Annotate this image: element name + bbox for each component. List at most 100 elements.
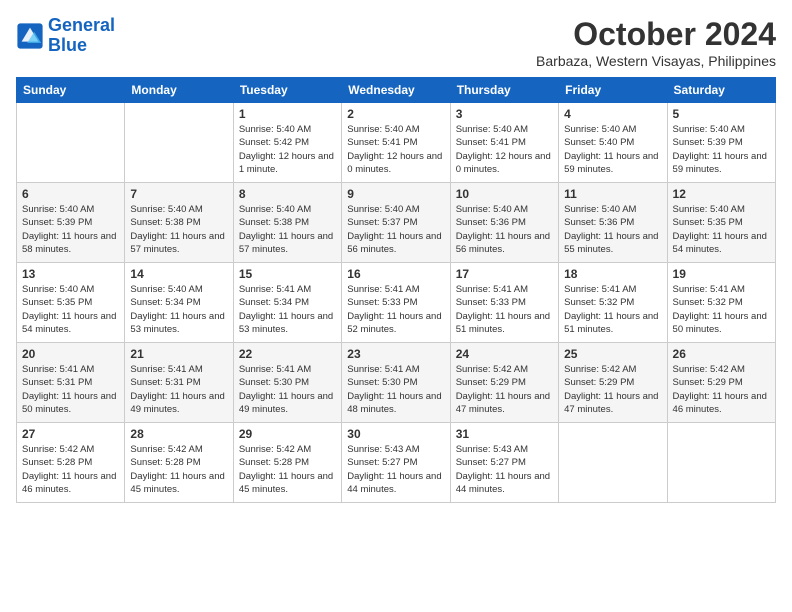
calendar-cell: 15 Sunrise: 5:41 AMSunset: 5:34 PMDayligh… (233, 263, 341, 343)
day-info: Sunrise: 5:41 AMSunset: 5:33 PMDaylight:… (456, 283, 553, 336)
calendar-cell: 8 Sunrise: 5:40 AMSunset: 5:38 PMDaylight… (233, 183, 341, 263)
day-number: 27 (22, 427, 119, 441)
day-info: Sunrise: 5:41 AMSunset: 5:30 PMDaylight:… (347, 363, 444, 416)
day-number: 8 (239, 187, 336, 201)
calendar-cell (559, 423, 667, 503)
calendar-cell: 23 Sunrise: 5:41 AMSunset: 5:30 PMDayligh… (342, 343, 450, 423)
day-info: Sunrise: 5:42 AMSunset: 5:29 PMDaylight:… (564, 363, 661, 416)
logo-text: General Blue (48, 16, 115, 56)
calendar-week-3: 13 Sunrise: 5:40 AMSunset: 5:35 PMDayligh… (17, 263, 776, 343)
day-number: 14 (130, 267, 227, 281)
day-number: 23 (347, 347, 444, 361)
weekday-header-sunday: Sunday (17, 78, 125, 103)
calendar-cell: 28 Sunrise: 5:42 AMSunset: 5:28 PMDayligh… (125, 423, 233, 503)
day-info: Sunrise: 5:41 AMSunset: 5:33 PMDaylight:… (347, 283, 444, 336)
calendar-cell: 21 Sunrise: 5:41 AMSunset: 5:31 PMDayligh… (125, 343, 233, 423)
logo-icon (16, 22, 44, 50)
calendar-cell: 13 Sunrise: 5:40 AMSunset: 5:35 PMDayligh… (17, 263, 125, 343)
day-number: 2 (347, 107, 444, 121)
calendar-cell: 7Sunrise: 5:40 AMSunset: 5:38 PMDaylight… (125, 183, 233, 263)
day-info: Sunrise: 5:41 AMSunset: 5:34 PMDaylight:… (239, 283, 336, 336)
calendar-cell (17, 103, 125, 183)
day-number: 28 (130, 427, 227, 441)
weekday-header-saturday: Saturday (667, 78, 775, 103)
logo: General Blue (16, 16, 115, 56)
calendar-cell: 9 Sunrise: 5:40 AMSunset: 5:37 PMDaylight… (342, 183, 450, 263)
day-info: Sunrise: 5:42 AMSunset: 5:28 PMDaylight:… (130, 443, 227, 496)
day-number: 5 (673, 107, 770, 121)
page-header: General Blue October 2024 Barbaza, Weste… (16, 16, 776, 69)
calendar-cell: 1 Sunrise: 5:40 AMSunset: 5:42 PMDaylight… (233, 103, 341, 183)
day-info: Sunrise: 5:40 AMSunset: 5:41 PMDaylight:… (347, 123, 444, 176)
day-number: 22 (239, 347, 336, 361)
calendar-cell: 14 Sunrise: 5:40 AMSunset: 5:34 PMDayligh… (125, 263, 233, 343)
day-number: 10 (456, 187, 553, 201)
day-number: 13 (22, 267, 119, 281)
calendar-table: SundayMondayTuesdayWednesdayThursdayFrid… (16, 77, 776, 503)
calendar-cell: 17Sunrise: 5:41 AMSunset: 5:33 PMDayligh… (450, 263, 558, 343)
calendar-cell: 18Sunrise: 5:41 AMSunset: 5:32 PMDayligh… (559, 263, 667, 343)
day-info: Sunrise: 5:40 AMSunset: 5:36 PMDaylight:… (456, 203, 553, 256)
calendar-cell: 31Sunrise: 5:43 AMSunset: 5:27 PMDayligh… (450, 423, 558, 503)
day-number: 24 (456, 347, 553, 361)
day-number: 16 (347, 267, 444, 281)
day-info: Sunrise: 5:40 AMSunset: 5:42 PMDaylight:… (239, 123, 336, 176)
calendar-cell: 29 Sunrise: 5:42 AMSunset: 5:28 PMDayligh… (233, 423, 341, 503)
weekday-header-row: SundayMondayTuesdayWednesdayThursdayFrid… (17, 78, 776, 103)
calendar-cell: 12Sunrise: 5:40 AMSunset: 5:35 PMDayligh… (667, 183, 775, 263)
calendar-cell: 11Sunrise: 5:40 AMSunset: 5:36 PMDayligh… (559, 183, 667, 263)
day-info: Sunrise: 5:41 AMSunset: 5:31 PMDaylight:… (130, 363, 227, 416)
day-number: 20 (22, 347, 119, 361)
calendar-week-1: 1 Sunrise: 5:40 AMSunset: 5:42 PMDaylight… (17, 103, 776, 183)
calendar-cell: 20 Sunrise: 5:41 AMSunset: 5:31 PMDayligh… (17, 343, 125, 423)
calendar-cell: 3Sunrise: 5:40 AMSunset: 5:41 PMDaylight… (450, 103, 558, 183)
day-info: Sunrise: 5:42 AMSunset: 5:29 PMDaylight:… (456, 363, 553, 416)
day-info: Sunrise: 5:40 AMSunset: 5:38 PMDaylight:… (130, 203, 227, 256)
day-info: Sunrise: 5:40 AMSunset: 5:34 PMDaylight:… (130, 283, 227, 336)
day-info: Sunrise: 5:40 AMSunset: 5:35 PMDaylight:… (22, 283, 119, 336)
calendar-cell: 25 Sunrise: 5:42 AMSunset: 5:29 PMDayligh… (559, 343, 667, 423)
logo-line2: Blue (48, 35, 87, 55)
calendar-cell: 6Sunrise: 5:40 AMSunset: 5:39 PMDaylight… (17, 183, 125, 263)
day-info: Sunrise: 5:41 AMSunset: 5:32 PMDaylight:… (564, 283, 661, 336)
day-number: 3 (456, 107, 553, 121)
calendar-cell: 10 Sunrise: 5:40 AMSunset: 5:36 PMDayligh… (450, 183, 558, 263)
calendar-cell: 4Sunrise: 5:40 AMSunset: 5:40 PMDaylight… (559, 103, 667, 183)
day-number: 15 (239, 267, 336, 281)
day-number: 4 (564, 107, 661, 121)
calendar-week-5: 27 Sunrise: 5:42 AMSunset: 5:28 PMDayligh… (17, 423, 776, 503)
calendar-cell: 30Sunrise: 5:43 AMSunset: 5:27 PMDayligh… (342, 423, 450, 503)
day-info: Sunrise: 5:41 AMSunset: 5:32 PMDaylight:… (673, 283, 770, 336)
day-number: 12 (673, 187, 770, 201)
day-number: 31 (456, 427, 553, 441)
weekday-header-thursday: Thursday (450, 78, 558, 103)
month-title: October 2024 (536, 16, 776, 53)
day-info: Sunrise: 5:40 AMSunset: 5:37 PMDaylight:… (347, 203, 444, 256)
day-info: Sunrise: 5:40 AMSunset: 5:39 PMDaylight:… (673, 123, 770, 176)
day-info: Sunrise: 5:42 AMSunset: 5:28 PMDaylight:… (22, 443, 119, 496)
day-info: Sunrise: 5:40 AMSunset: 5:39 PMDaylight:… (22, 203, 119, 256)
weekday-header-friday: Friday (559, 78, 667, 103)
calendar-week-4: 20 Sunrise: 5:41 AMSunset: 5:31 PMDayligh… (17, 343, 776, 423)
day-number: 19 (673, 267, 770, 281)
day-number: 26 (673, 347, 770, 361)
calendar-cell: 5 Sunrise: 5:40 AMSunset: 5:39 PMDaylight… (667, 103, 775, 183)
day-info: Sunrise: 5:40 AMSunset: 5:38 PMDaylight:… (239, 203, 336, 256)
day-number: 9 (347, 187, 444, 201)
day-number: 21 (130, 347, 227, 361)
day-number: 29 (239, 427, 336, 441)
day-info: Sunrise: 5:42 AMSunset: 5:29 PMDaylight:… (673, 363, 770, 416)
day-info: Sunrise: 5:41 AMSunset: 5:31 PMDaylight:… (22, 363, 119, 416)
day-info: Sunrise: 5:42 AMSunset: 5:28 PMDaylight:… (239, 443, 336, 496)
calendar-cell: 24 Sunrise: 5:42 AMSunset: 5:29 PMDayligh… (450, 343, 558, 423)
calendar-cell: 22Sunrise: 5:41 AMSunset: 5:30 PMDayligh… (233, 343, 341, 423)
day-number: 25 (564, 347, 661, 361)
calendar-cell (667, 423, 775, 503)
calendar-cell: 2 Sunrise: 5:40 AMSunset: 5:41 PMDaylight… (342, 103, 450, 183)
calendar-cell: 27 Sunrise: 5:42 AMSunset: 5:28 PMDayligh… (17, 423, 125, 503)
calendar-cell: 19 Sunrise: 5:41 AMSunset: 5:32 PMDayligh… (667, 263, 775, 343)
day-info: Sunrise: 5:40 AMSunset: 5:36 PMDaylight:… (564, 203, 661, 256)
day-number: 1 (239, 107, 336, 121)
logo-line1: General (48, 15, 115, 35)
weekday-header-monday: Monday (125, 78, 233, 103)
